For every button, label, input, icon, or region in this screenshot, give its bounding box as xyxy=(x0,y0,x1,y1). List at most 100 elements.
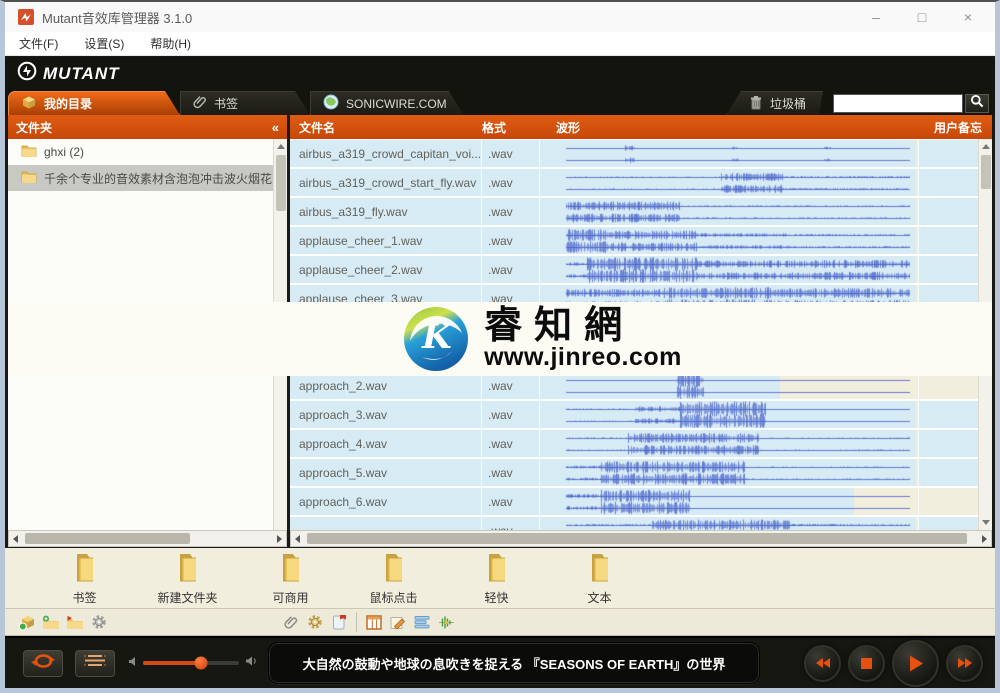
shortcut-folder[interactable]: 鼠标点击 xyxy=(342,548,445,608)
waveform-cell xyxy=(540,488,918,515)
file-row[interactable]: applause_cheer_2.wav .wav xyxy=(290,256,978,283)
file-row[interactable]: airbus_a319_crowd_capitan_voi... .wav xyxy=(290,140,978,167)
big-folder-icon xyxy=(484,552,510,587)
waveform-canvas xyxy=(540,401,916,428)
column-memo[interactable]: 用户备忘 xyxy=(904,119,992,136)
waveform-canvas xyxy=(540,430,916,457)
close-button[interactable]: × xyxy=(945,2,991,32)
file-name: applause_cheer_1.wav xyxy=(290,227,482,254)
file-row[interactable]: approach_6.wav .wav xyxy=(290,488,978,515)
file-row[interactable]: approach_5.wav .wav xyxy=(290,459,978,486)
watermark-site-name: 睿知網 xyxy=(484,306,634,344)
file-format: .wav xyxy=(482,459,540,486)
file-name: airbus_a319_crowd_start_fly.wav xyxy=(290,169,482,196)
search-button[interactable] xyxy=(965,94,989,113)
scroll-left-arrow[interactable] xyxy=(13,535,18,543)
playlist-button[interactable] xyxy=(75,650,115,677)
file-row[interactable]: approach_2.wav .wav xyxy=(290,372,978,399)
loop-button[interactable] xyxy=(23,650,63,677)
column-filename[interactable]: 文件名 xyxy=(290,119,482,136)
big-folder-icon xyxy=(587,552,613,587)
shortcut-folder[interactable]: 书签 xyxy=(33,548,136,608)
shortcut-folder[interactable]: 轻快 xyxy=(445,548,548,608)
column-format[interactable]: 格式 xyxy=(482,119,542,136)
settings-gear-icon[interactable] xyxy=(87,611,111,633)
folders-panel-header: 文件夹 « xyxy=(8,115,287,139)
fast-forward-icon xyxy=(957,657,973,669)
shortcut-folder-label: 轻快 xyxy=(484,589,508,606)
table-view-icon[interactable] xyxy=(362,611,386,633)
memo-cell xyxy=(918,488,978,515)
file-format: .wav xyxy=(482,372,540,399)
menu-file[interactable]: 文件(F) xyxy=(19,35,58,52)
fast-forward-button[interactable] xyxy=(946,645,983,682)
file-format: .wav xyxy=(482,256,540,283)
waveform-tool-icon[interactable] xyxy=(434,611,458,633)
memo-cell xyxy=(918,372,978,399)
volume-slider[interactable] xyxy=(143,661,239,665)
folder-label: ghxi (2) xyxy=(44,145,84,159)
stop-button[interactable] xyxy=(848,645,885,682)
maximize-button[interactable]: □ xyxy=(899,2,945,32)
folder-tree-item[interactable]: ghxi (2) xyxy=(8,139,273,165)
menu-settings[interactable]: 设置(S) xyxy=(84,35,124,52)
toolbar-separator xyxy=(356,612,357,632)
scrollbar-thumb[interactable] xyxy=(276,155,286,211)
scrollbar-thumb[interactable] xyxy=(981,155,991,189)
export-folder-icon[interactable] xyxy=(63,611,87,633)
file-list-hscrollbar[interactable] xyxy=(290,530,992,547)
volume-down-icon[interactable] xyxy=(128,654,137,672)
scroll-up-arrow[interactable] xyxy=(982,144,990,149)
file-row[interactable]: airbus_a319_crowd_start_fly.wav .wav xyxy=(290,169,978,196)
rewind-button[interactable] xyxy=(804,645,841,682)
file-row[interactable]: approach_3.wav .wav xyxy=(290,401,978,428)
column-waveform[interactable]: 波形 xyxy=(542,119,904,136)
menu-help[interactable]: 帮助(H) xyxy=(150,35,191,52)
new-folder-icon[interactable] xyxy=(39,611,63,633)
tab-my-directory[interactable]: 我的目录 xyxy=(8,91,180,115)
minimize-button[interactable]: – xyxy=(853,2,899,32)
shortcut-folder[interactable]: 文本 xyxy=(548,548,651,608)
flagged-page-icon[interactable] xyxy=(327,611,351,633)
file-row[interactable]: applause_cheer_1.wav .wav xyxy=(290,227,978,254)
file-row[interactable]: .wav xyxy=(290,517,978,530)
scrollbar-thumb[interactable] xyxy=(307,533,967,544)
tab-sonicwire[interactable]: SONICWIRE.COM xyxy=(310,91,464,115)
scroll-up-arrow[interactable] xyxy=(277,144,285,149)
scroll-down-arrow[interactable] xyxy=(982,520,990,525)
file-row[interactable]: airbus_a319_fly.wav .wav xyxy=(290,198,978,225)
tab-bar: 我的目录 书签 SONICWIRE.COM 垃圾桶 xyxy=(5,90,995,115)
play-button[interactable] xyxy=(892,640,939,687)
process-gear-icon[interactable] xyxy=(303,611,327,633)
volume-thumb[interactable] xyxy=(194,657,207,670)
volume-up-icon[interactable] xyxy=(245,654,258,672)
file-name: approach_3.wav xyxy=(290,401,482,428)
shortcut-folder[interactable]: 新建文件夹 xyxy=(136,548,239,608)
shortcut-folder[interactable]: 可商用 xyxy=(239,548,342,608)
file-list-header: 文件名 格式 波形 用户备忘 xyxy=(290,115,992,139)
scrollbar-thumb[interactable] xyxy=(25,533,190,544)
folders-hscrollbar[interactable] xyxy=(8,530,287,547)
scroll-right-arrow[interactable] xyxy=(982,535,987,543)
attach-icon[interactable] xyxy=(279,611,303,633)
tab-bookmarks[interactable]: 书签 xyxy=(180,91,310,115)
list-view-icon[interactable] xyxy=(410,611,434,633)
collapse-panel-button[interactable]: « xyxy=(272,120,279,135)
waveform-canvas xyxy=(540,227,916,254)
shortcut-folder-label: 新建文件夹 xyxy=(157,589,217,606)
waveform-cell xyxy=(540,227,918,254)
memo-cell xyxy=(918,401,978,428)
scroll-right-arrow[interactable] xyxy=(277,535,282,543)
waveform-cell xyxy=(540,430,918,457)
marquee-text: 大自然の鼓動や地球の息吹きを捉える 『SEASONS OF EARTH』の世界 xyxy=(303,654,726,673)
edit-memo-icon[interactable] xyxy=(386,611,410,633)
waveform-canvas xyxy=(540,517,916,530)
bookmark-box-icon[interactable] xyxy=(15,611,39,633)
search-input[interactable] xyxy=(833,94,963,113)
tab-trash[interactable]: 垃圾桶 xyxy=(726,91,823,115)
scroll-left-arrow[interactable] xyxy=(295,535,300,543)
file-row[interactable]: approach_4.wav .wav xyxy=(290,430,978,457)
file-format: .wav xyxy=(482,169,540,196)
memo-cell xyxy=(918,227,978,254)
folder-tree-item[interactable]: 千余个专业的音效素材含泡泡冲击波火烟花 xyxy=(8,165,273,191)
